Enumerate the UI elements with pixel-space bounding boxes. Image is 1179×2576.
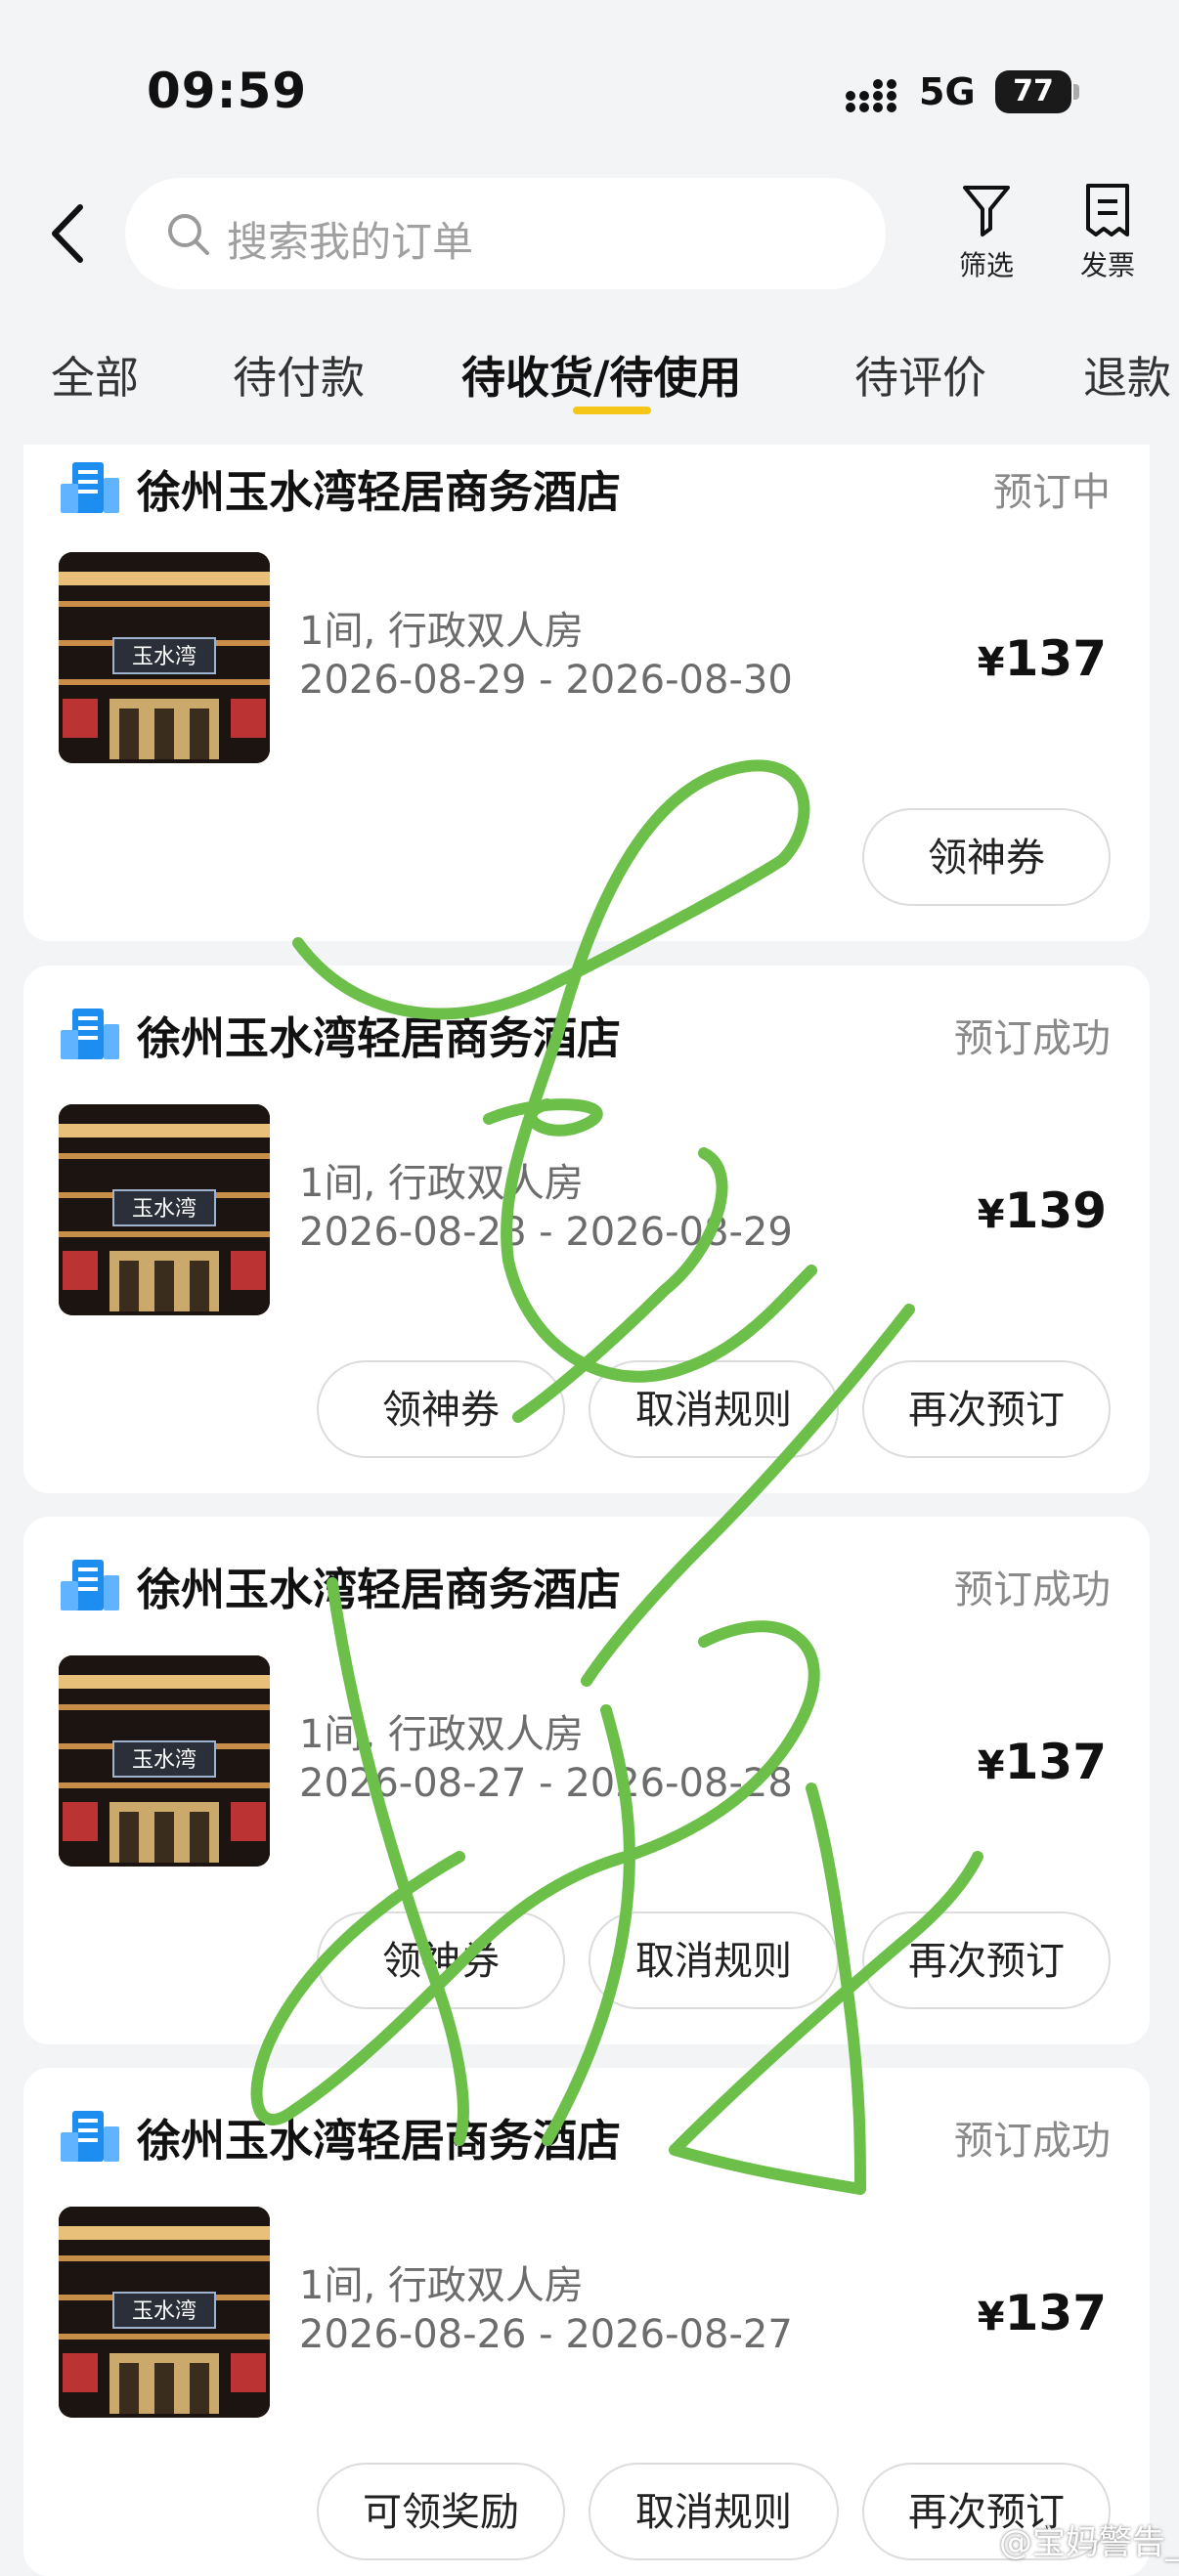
order-status: 预订成功: [954, 1016, 1111, 1061]
order-card[interactable]: 徐州玉水湾轻居商务酒店 预订中 玉水湾 1间, 行政双人房 2026-08-29…: [23, 445, 1150, 941]
tab-all[interactable]: 全部: [51, 342, 139, 406]
order-price: ¥139: [977, 1182, 1107, 1239]
hotel-icon: [61, 462, 119, 513]
claim-reward-button[interactable]: 可领奖励: [317, 2463, 565, 2560]
stay-dates: 2026-08-26 - 2026-08-27: [299, 2312, 793, 2357]
hotel-thumbnail: 玉水湾: [59, 1104, 270, 1315]
stay-dates: 2026-08-29 - 2026-08-30: [299, 658, 793, 703]
order-card[interactable]: 徐州玉水湾轻居商务酒店 预订成功 玉水湾 1间, 行政双人房 2026-08-2…: [23, 966, 1150, 1493]
order-price: ¥137: [977, 1734, 1107, 1790]
cancel-policy-button[interactable]: 取消规则: [589, 2463, 839, 2560]
room-info: 1间, 行政双人房: [299, 1161, 584, 1206]
invoice-label: 发票: [1079, 249, 1135, 281]
hotel-name: 徐州玉水湾轻居商务酒店: [137, 2115, 622, 2167]
hotel-sign-text: 玉水湾: [132, 645, 196, 669]
hotel-thumbnail: 玉水湾: [59, 2207, 270, 2418]
status-bar: 09:59 5G 77: [0, 0, 1179, 176]
back-arrow-icon[interactable]: [45, 201, 94, 266]
stay-dates: 2026-08-28 - 2026-08-29: [299, 1210, 793, 1255]
book-again-button[interactable]: 再次预订: [862, 1911, 1111, 2009]
invoice-button[interactable]: 发票: [1054, 182, 1161, 283]
order-status: 预订中: [993, 470, 1111, 515]
order-price: ¥137: [977, 630, 1107, 687]
order-price: ¥137: [977, 2285, 1107, 2341]
order-status: 预订成功: [954, 1567, 1111, 1612]
battery-icon: 77: [995, 70, 1071, 113]
network-type: 5G: [919, 70, 976, 113]
filter-icon: [963, 186, 1010, 236]
battery-tip: [1073, 84, 1079, 100]
hotel-thumbnail: 玉水湾: [59, 552, 270, 763]
order-card[interactable]: 徐州玉水湾轻居商务酒店 预订成功 玉水湾 1间, 行政双人房 2026-08-2…: [23, 1517, 1150, 2044]
tab-pending-use[interactable]: 待收货/待使用: [461, 342, 741, 406]
cancel-policy-button[interactable]: 取消规则: [589, 1360, 839, 1458]
watermark-text: @宝妈警告_: [999, 2523, 1179, 2562]
hotel-sign-text: 玉水湾: [132, 1197, 196, 1222]
order-card[interactable]: 徐州玉水湾轻居商务酒店 预订成功 玉水湾 1间, 行政双人房 2026-08-2…: [23, 2068, 1150, 2576]
book-again-button[interactable]: 再次预订: [862, 1360, 1111, 1458]
filter-label: 筛选: [958, 249, 1014, 281]
hotel-icon: [61, 1560, 119, 1610]
cancel-policy-button[interactable]: 取消规则: [589, 1911, 839, 2009]
room-info: 1间, 行政双人房: [299, 1712, 584, 1757]
invoice-icon: [1086, 184, 1129, 236]
hotel-icon: [61, 1009, 119, 1059]
hotel-name: 徐州玉水湾轻居商务酒店: [137, 1564, 622, 1615]
claim-coupon-button[interactable]: 领神券: [317, 1360, 565, 1458]
tab-pending-payment[interactable]: 待付款: [233, 342, 365, 406]
claim-coupon-button[interactable]: 领神券: [862, 808, 1111, 906]
hotel-name: 徐州玉水湾轻居商务酒店: [137, 1012, 622, 1064]
filter-button[interactable]: 筛选: [933, 182, 1040, 283]
claim-coupon-button[interactable]: 领神券: [317, 1911, 565, 2009]
room-info: 1间, 行政双人房: [299, 2263, 584, 2308]
hotel-name: 徐州玉水湾轻居商务酒店: [137, 466, 622, 518]
search-icon: [168, 214, 209, 255]
hotel-thumbnail: 玉水湾: [59, 1655, 270, 1867]
tab-pending-review[interactable]: 待评价: [854, 342, 986, 406]
order-status: 预订成功: [954, 2119, 1111, 2164]
active-tab-indicator: [573, 407, 651, 414]
search-placeholder: 搜索我的订单: [227, 218, 474, 266]
status-time: 09:59: [147, 63, 308, 119]
hotel-sign-text: 玉水湾: [132, 1748, 196, 1773]
room-info: 1间, 行政双人房: [299, 609, 584, 654]
tab-refund[interactable]: 退款: [1083, 342, 1171, 406]
hotel-sign-text: 玉水湾: [132, 2299, 196, 2324]
order-tabs: 全部 待付款 待收货/待使用 待评价 退款: [0, 322, 1179, 430]
stay-dates: 2026-08-27 - 2026-08-28: [299, 1761, 793, 1806]
signal-icon: [846, 79, 896, 112]
search-input[interactable]: 搜索我的订单: [125, 178, 886, 289]
hotel-icon: [61, 2111, 119, 2162]
